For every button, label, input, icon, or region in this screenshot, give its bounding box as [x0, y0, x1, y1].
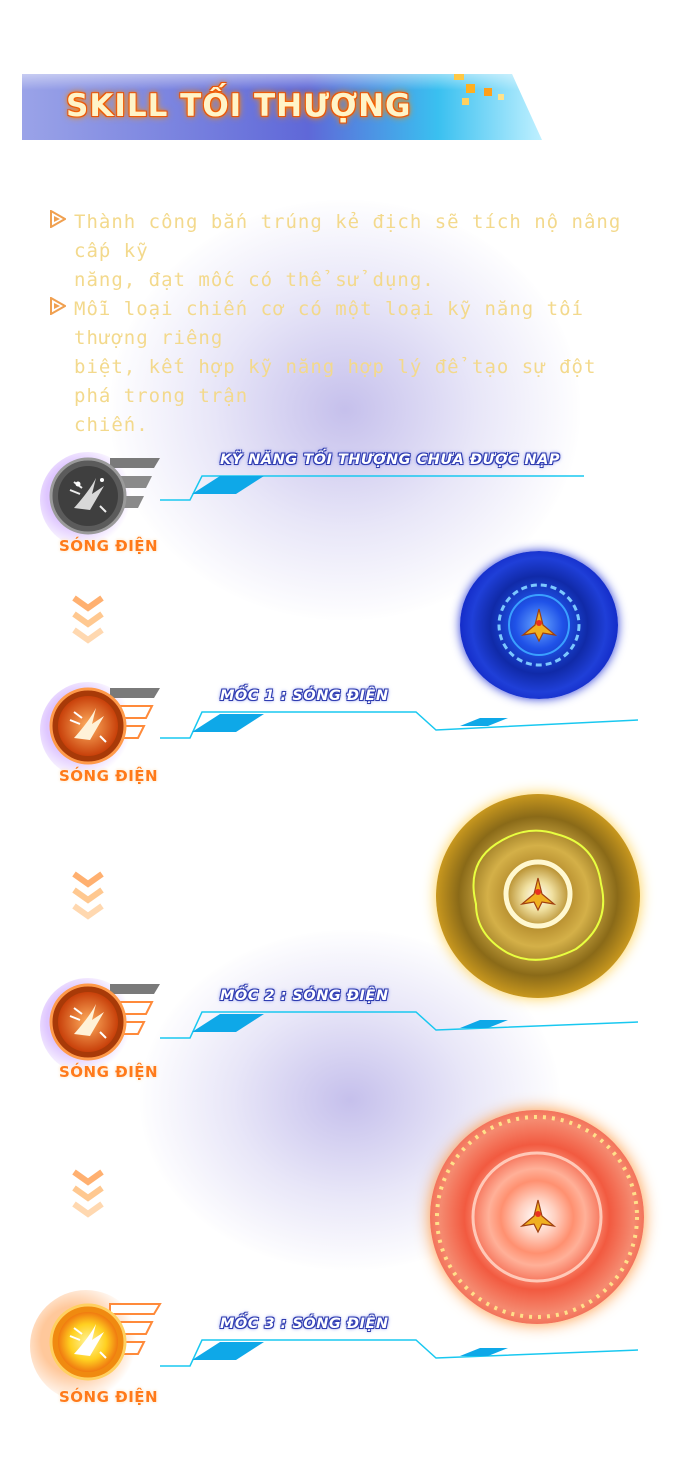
- triangle-bullet-icon: [50, 297, 66, 315]
- stage-divider-line: [160, 711, 639, 739]
- triangle-bullet-icon: [50, 210, 66, 228]
- stage-label-level3: MỐC 3 : SÓNG ĐIỆN: [220, 1316, 389, 1332]
- description-2-line-1: Mỗi loại chiến cơ có một loại kỹ năng tố…: [74, 298, 584, 349]
- description-2-line-3: chiến.: [74, 414, 149, 436]
- skill-name: SÓNG ĐIỆN: [59, 1063, 159, 1081]
- stage-label-level1: MỐC 1 : SÓNG ĐIỆN: [220, 688, 389, 704]
- chevron-down-icon: [72, 871, 104, 920]
- chevron-down-icon: [72, 1169, 104, 1218]
- fighter-ship-icon: [521, 608, 557, 643]
- description-1-line-1: Thành công bắn trúng kẻ địch sẽ tích nộ …: [74, 211, 622, 262]
- skill-name: SÓNG ĐIỆN: [59, 1388, 159, 1406]
- skill-name: SÓNG ĐIỆN: [59, 767, 159, 785]
- description-1-line-2: năng, đạt mốc có thể sử dụng.: [74, 269, 435, 291]
- description-1: Thành công bắn trúng kẻ địch sẽ tích nộ …: [50, 208, 640, 295]
- description-2-line-2: biệt, kết hợp kỹ năng hợp lý để tạo sự đ…: [74, 356, 597, 407]
- fighter-ship-icon: [520, 877, 556, 912]
- fighter-ship-icon: [520, 1199, 556, 1234]
- stage-divider-line: [160, 475, 584, 501]
- skill-name: SÓNG ĐIỆN: [59, 537, 159, 555]
- stage-label-level2: MỐC 2 : SÓNG ĐIỆN: [220, 988, 389, 1004]
- page-title: SKILL TỐI THƯỢNG: [66, 88, 412, 124]
- stage-divider-line: [160, 1011, 639, 1039]
- title-banner: SKILL TỐI THƯỢNG: [22, 74, 582, 140]
- chevron-down-icon: [72, 595, 104, 644]
- stage-divider-line: [160, 1339, 639, 1367]
- description-2: Mỗi loại chiến cơ có một loại kỹ năng tố…: [50, 295, 640, 440]
